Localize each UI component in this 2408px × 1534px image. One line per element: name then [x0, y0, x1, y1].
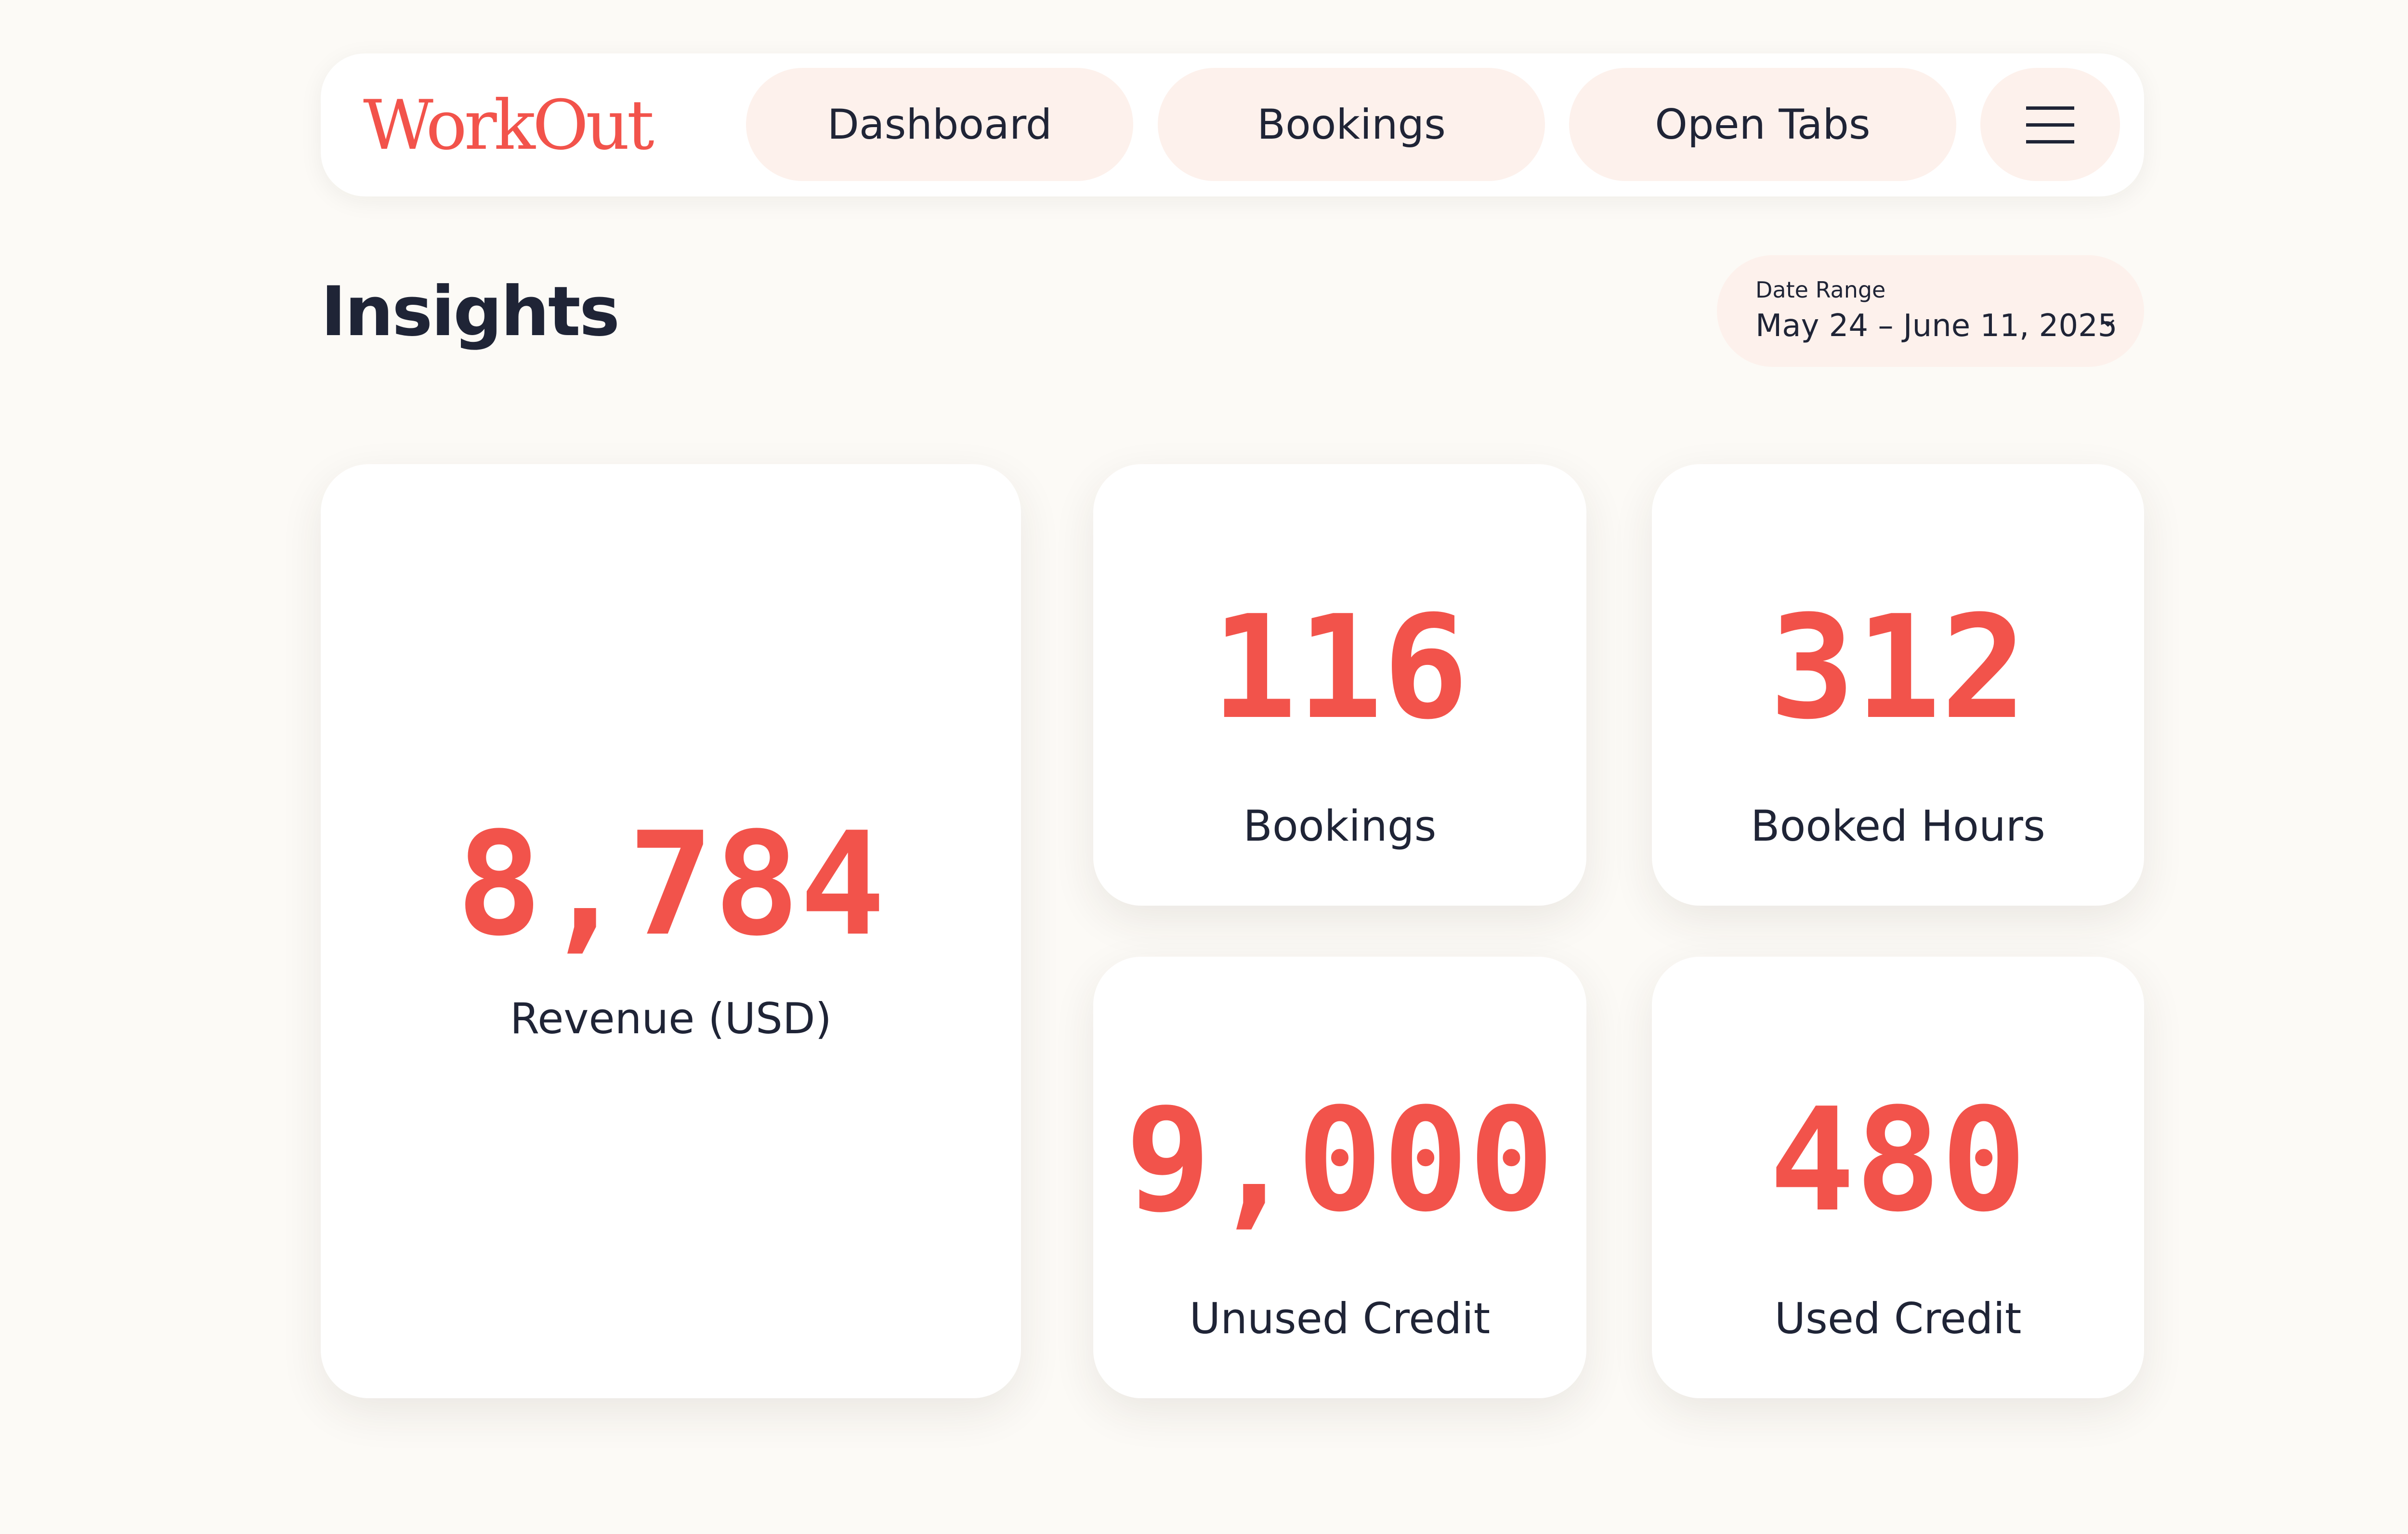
stat-card-booked-hours: 312 Booked Hours	[1652, 464, 2144, 906]
unused-credit-value: 9,000	[1125, 1077, 1555, 1243]
date-range-label: Date Range	[1755, 277, 1886, 303]
nav-bookings-button[interactable]: Bookings	[1158, 68, 1545, 181]
page-title: Insights	[321, 272, 620, 351]
bookings-value: 116	[1211, 585, 1469, 751]
stat-card-unused-credit: 9,000 Unused Credit	[1093, 957, 1586, 1398]
date-range-value: May 24 – June 11, 2025	[1755, 308, 2118, 344]
nav-bookings-label: Bookings	[1257, 100, 1446, 149]
bookings-label: Bookings	[1243, 801, 1437, 851]
date-range-selector[interactable]: Date Range May 24 – June 11, 2025	[1717, 255, 2144, 367]
nav-dashboard-button[interactable]: Dashboard	[746, 68, 1133, 181]
nav-dashboard-label: Dashboard	[827, 100, 1052, 149]
booked-hours-value: 312	[1769, 585, 2027, 751]
nav-open-tabs-button[interactable]: Open Tabs	[1569, 68, 1956, 181]
used-credit-label: Used Credit	[1774, 1294, 2022, 1343]
top-navigation-bar: WorkOut Dashboard Bookings Open Tabs	[321, 53, 2144, 196]
booked-hours-label: Booked Hours	[1751, 801, 2045, 851]
hamburger-menu-icon	[2026, 106, 2074, 143]
workout-logo[interactable]: WorkOut	[363, 82, 654, 169]
stat-card-revenue: 8,784 Revenue (USD)	[321, 464, 1021, 1398]
revenue-value: 8,784	[456, 801, 886, 967]
unused-credit-label: Unused Credit	[1189, 1294, 1491, 1343]
stat-card-used-credit: 480 Used Credit	[1652, 957, 2144, 1398]
menu-button[interactable]	[1980, 68, 2120, 181]
revenue-label: Revenue (USD)	[510, 994, 832, 1043]
used-credit-value: 480	[1769, 1077, 2027, 1243]
chevron-down-icon	[2101, 319, 2115, 327]
stat-card-bookings: 116 Bookings	[1093, 464, 1586, 906]
nav-open-tabs-label: Open Tabs	[1655, 100, 1871, 149]
